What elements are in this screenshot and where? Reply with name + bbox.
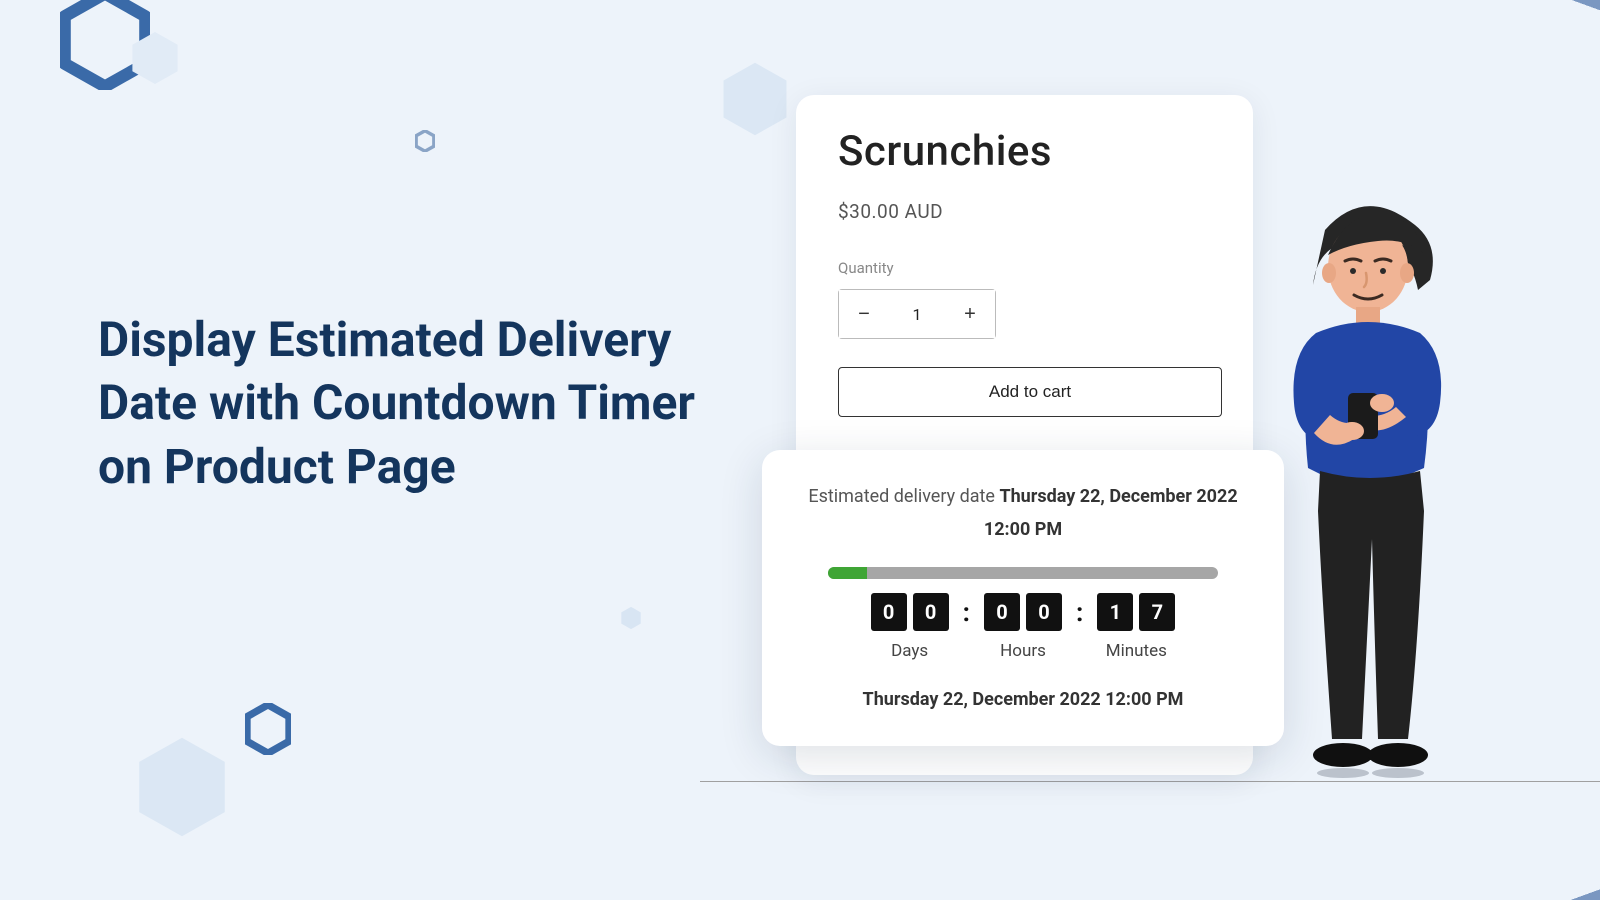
add-to-cart-button[interactable]: Add to cart [838, 367, 1222, 417]
countdown-timer: 0 0 Days : 0 0 Hours : 1 7 Minutes [792, 593, 1254, 661]
plus-icon: + [964, 303, 976, 326]
delivery-date-bold: Thursday 22, December 2022 12:00 PM [984, 486, 1238, 540]
countdown-days-label: Days [891, 641, 928, 661]
product-price: $30.00 AUD [838, 200, 1211, 223]
delivery-estimate-card: Estimated delivery date Thursday 22, Dec… [762, 450, 1284, 746]
hexagon-icon [720, 60, 790, 138]
digit: 0 [984, 593, 1020, 631]
colon-icon: : [959, 598, 974, 628]
quantity-stepper[interactable]: − 1 + [838, 289, 996, 339]
person-illustration [1230, 195, 1500, 785]
quantity-decrease-button[interactable]: − [839, 290, 889, 338]
countdown-hours: 0 0 Hours [984, 593, 1062, 661]
delivery-progress-bar [828, 567, 1218, 579]
hexagon-icon [130, 30, 180, 86]
product-title: Scrunchies [838, 127, 1211, 176]
digit: 1 [1097, 593, 1133, 631]
delivery-progress-fill [828, 567, 867, 579]
digit: 0 [871, 593, 907, 631]
minus-icon: − [858, 303, 870, 326]
hexagon-icon [135, 734, 229, 840]
quantity-label: Quantity [838, 259, 1211, 277]
page-headline: Display Estimated Delivery Date with Cou… [98, 308, 728, 498]
digit: 7 [1139, 593, 1175, 631]
quantity-increase-button[interactable]: + [945, 290, 995, 338]
countdown-minutes: 1 7 Minutes [1097, 593, 1175, 661]
quantity-value: 1 [889, 290, 945, 338]
hexagon-icon [620, 606, 642, 630]
countdown-minutes-label: Minutes [1106, 641, 1167, 661]
delivery-prefix: Estimated delivery date [808, 486, 999, 507]
add-to-cart-label: Add to cart [989, 382, 1071, 402]
countdown-days: 0 0 Days [871, 593, 949, 661]
delivery-bottom-date: Thursday 22, December 2022 12:00 PM [792, 689, 1254, 710]
delivery-date-line: Estimated delivery date Thursday 22, Dec… [792, 480, 1254, 547]
hexagon-icon [415, 130, 435, 152]
digit: 0 [913, 593, 949, 631]
digit: 0 [1026, 593, 1062, 631]
colon-icon: : [1072, 598, 1087, 628]
hexagon-icon [245, 703, 291, 755]
countdown-hours-label: Hours [1000, 641, 1046, 661]
